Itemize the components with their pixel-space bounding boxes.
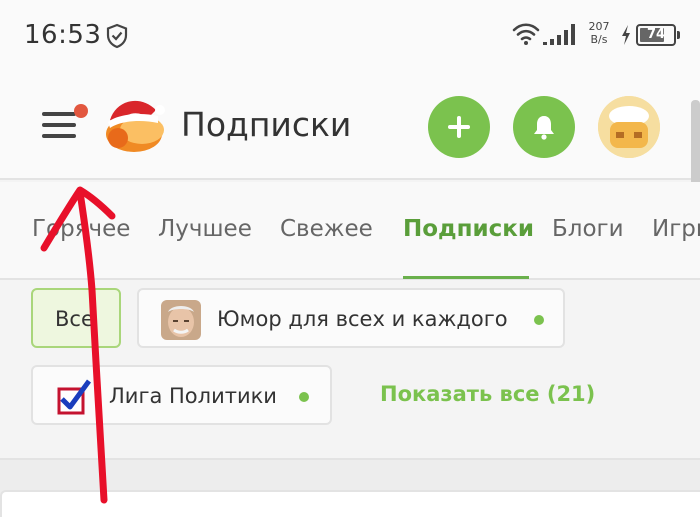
menu-button[interactable] [40,104,88,144]
wifi-icon [512,22,540,50]
battery-icon: 74 [636,24,676,46]
status-time: 16:53 [24,20,102,50]
battery-level: 74 [646,27,666,42]
tab-subscriptions[interactable]: Подписки [403,216,534,242]
notification-dot [74,104,88,118]
filter-all-label: Все [55,307,94,331]
tab-best[interactable]: Лучшее [158,216,252,242]
app-bar: Подписки [0,72,700,180]
battery-tip [677,31,680,39]
menu-icon-line [42,134,76,138]
shield-icon [106,23,128,53]
network-speed-value: 207 [588,20,610,33]
checkbox-vote-icon [55,377,95,417]
subscription-label: Лига Политики [109,384,277,408]
category-tabs: Горячее Лучшее Свежее Подписки Блоги Игр… [0,182,700,280]
notifications-button[interactable] [513,96,575,158]
humor-avatar-icon [161,300,201,340]
network-speed-unit: B/s [590,33,608,46]
tab-blogs[interactable]: Блоги [552,216,624,242]
tab-games[interactable]: Игры [652,216,700,242]
tab-fresh[interactable]: Свежее [280,216,373,242]
post-card[interactable] [0,490,700,517]
active-tab-indicator [403,276,529,279]
new-posts-dot [534,315,544,325]
add-post-button[interactable] [428,96,490,158]
menu-icon-line [42,123,76,127]
status-bar: 16:53 207 B/s 74 [0,0,700,72]
menu-icon [42,112,76,116]
new-posts-dot [299,392,309,402]
page-title: Подписки [181,105,352,144]
cell-signal-icon [542,22,576,50]
bell-icon [534,116,554,140]
plus-icon [448,116,470,138]
tab-hot[interactable]: Горячее [32,216,130,242]
show-all-link[interactable]: Показать все (21) [380,382,595,406]
network-speed: 207 B/s [587,20,611,46]
subscription-label: Юмор для всех и каждого [217,307,508,331]
subscription-chip-humor[interactable]: Юмор для всех и каждого [137,288,565,348]
charging-icon [620,24,632,50]
subscription-chip-politics[interactable]: Лига Политики [31,365,332,425]
subscriptions-panel: Все Юмор для всех и каждого Лига Политик… [0,280,700,458]
profile-avatar[interactable] [598,96,660,158]
pikabu-logo[interactable] [100,90,166,160]
filter-all-chip[interactable]: Все [31,288,121,348]
